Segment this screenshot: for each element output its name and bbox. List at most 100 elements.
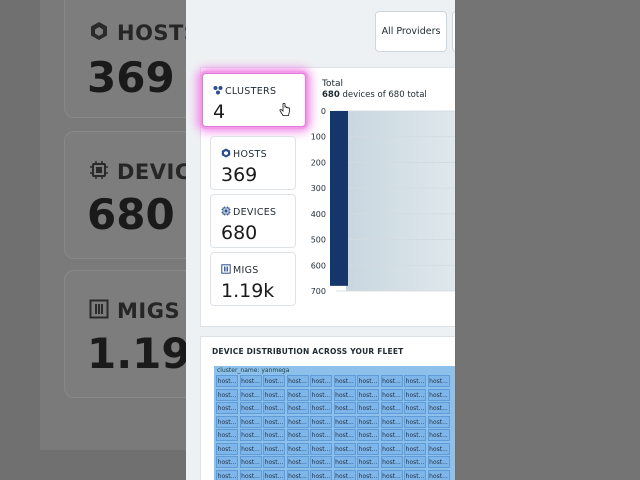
- treemap-host-tile[interactable]: host...: [286, 442, 309, 455]
- treemap-host-tile[interactable]: host...: [263, 375, 285, 387]
- treemap-host-tile[interactable]: host...: [380, 375, 403, 387]
- treemap-host-tile[interactable]: host...: [239, 388, 262, 401]
- treemap-host-tile[interactable]: host...: [357, 442, 379, 455]
- treemap-host-tile[interactable]: host...: [333, 456, 356, 468]
- treemap-host-tile[interactable]: host...: [263, 469, 285, 480]
- chart-y-tick-label: 0: [321, 107, 326, 116]
- treemap-host-tile[interactable]: host...: [380, 388, 403, 401]
- treemap-host-tile[interactable]: host...: [239, 429, 262, 441]
- treemap-host-tile[interactable]: host...: [216, 469, 238, 480]
- treemap-host-tile[interactable]: host...: [333, 415, 356, 428]
- treemap-host-tile[interactable]: host...: [286, 429, 309, 441]
- treemap-host-tile[interactable]: host...: [357, 469, 379, 480]
- treemap-host-tile[interactable]: host...: [380, 429, 403, 441]
- chart-plot-area: [346, 111, 455, 291]
- treemap-host-tile[interactable]: host...: [216, 456, 238, 468]
- treemap-host-tile[interactable]: host...: [310, 469, 332, 480]
- stat-label: CLUSTERS: [225, 86, 277, 97]
- treemap-host-tile[interactable]: host...: [286, 469, 309, 480]
- treemap-host-tile[interactable]: host...: [216, 402, 238, 414]
- treemap-host-tile[interactable]: host...: [216, 388, 238, 401]
- treemap-host-tile[interactable]: host...: [310, 375, 332, 387]
- treemap-host-tile[interactable]: host...: [404, 375, 426, 387]
- treemap-host-tile[interactable]: host...: [286, 415, 309, 428]
- treemap-host-tile[interactable]: host...: [404, 402, 426, 414]
- treemap-host-tile[interactable]: host...: [333, 388, 356, 401]
- treemap-host-tile[interactable]: host...: [357, 429, 379, 441]
- treemap-host-tile[interactable]: host...: [380, 442, 403, 455]
- treemap-host-tile[interactable]: host...: [380, 415, 403, 428]
- provider-filter-button[interactable]: All Providers: [375, 11, 447, 52]
- treemap-host-tile[interactable]: host...: [239, 469, 262, 480]
- stat-card-migs[interactable]: MIGS 1.19k: [210, 252, 296, 306]
- treemap-host-tile[interactable]: host...: [263, 429, 285, 441]
- treemap-host-tile[interactable]: host...: [380, 456, 403, 468]
- chart-y-tick-label: 400: [311, 210, 326, 219]
- background-migs-label: MIGS: [117, 299, 181, 323]
- treemap-host-tile[interactable]: host...: [286, 402, 309, 414]
- treemap-host-tile[interactable]: host...: [263, 456, 285, 468]
- treemap-host-tile[interactable]: host...: [357, 402, 379, 414]
- treemap-host-tile[interactable]: host...: [427, 402, 450, 414]
- secondary-filter-button[interactable]: [452, 11, 455, 52]
- treemap-host-tile[interactable]: host...: [427, 469, 450, 480]
- treemap-host-tile[interactable]: host...: [427, 456, 450, 468]
- background-right-panel: [456, 0, 640, 480]
- treemap-host-tile[interactable]: host...: [404, 456, 426, 468]
- treemap-group-label: cluster_name: yanmega: [217, 367, 290, 374]
- treemap-host-tile[interactable]: host...: [310, 442, 332, 455]
- treemap-host-tile[interactable]: host...: [310, 415, 332, 428]
- stat-card-hosts[interactable]: HOSTS 369: [210, 136, 296, 190]
- treemap-host-tile[interactable]: host...: [404, 415, 426, 428]
- treemap-host-tile[interactable]: host...: [357, 375, 379, 387]
- chart-y-tick-label: 500: [311, 236, 326, 245]
- stat-card-clusters[interactable]: CLUSTERS 4: [202, 73, 306, 127]
- treemap-host-tile[interactable]: host...: [310, 402, 332, 414]
- treemap-host-tile[interactable]: host...: [263, 388, 285, 401]
- treemap-host-tile[interactable]: host...: [380, 469, 403, 480]
- treemap-host-tile[interactable]: host...: [239, 375, 262, 387]
- treemap-host-tile[interactable]: host...: [357, 456, 379, 468]
- treemap-host-tile[interactable]: host...: [263, 442, 285, 455]
- treemap-host-tile[interactable]: host...: [333, 442, 356, 455]
- treemap-host-tile[interactable]: host...: [286, 388, 309, 401]
- treemap-host-tile[interactable]: host...: [239, 456, 262, 468]
- treemap-host-tile[interactable]: host...: [404, 442, 426, 455]
- chart-y-tick-label: 200: [311, 158, 326, 167]
- treemap-host-tile[interactable]: host...: [333, 402, 356, 414]
- treemap-host-tile[interactable]: host...: [333, 375, 356, 387]
- treemap-host-tile[interactable]: host...: [427, 388, 450, 401]
- stat-card-devices[interactable]: DEVICES 680: [210, 194, 296, 248]
- treemap-host-tile[interactable]: host...: [216, 429, 238, 441]
- treemap-host-tile[interactable]: host...: [427, 415, 450, 428]
- treemap-host-tile[interactable]: host...: [216, 442, 238, 455]
- treemap-host-tile[interactable]: host...: [239, 415, 262, 428]
- treemap-host-tile[interactable]: host...: [380, 402, 403, 414]
- treemap-host-tile[interactable]: host...: [310, 388, 332, 401]
- treemap-host-tile[interactable]: host...: [239, 442, 262, 455]
- treemap-host-tile[interactable]: host...: [216, 415, 238, 428]
- treemap-host-tile[interactable]: host...: [216, 375, 238, 387]
- treemap-host-tile[interactable]: host...: [427, 375, 450, 387]
- treemap-host-tile[interactable]: host...: [427, 442, 450, 455]
- treemap-host-tile[interactable]: host...: [239, 402, 262, 414]
- treemap-host-tile[interactable]: host...: [310, 456, 332, 468]
- treemap-host-tile[interactable]: host...: [404, 429, 426, 441]
- treemap-host-tile[interactable]: host...: [286, 375, 309, 387]
- treemap-host-tile[interactable]: host...: [263, 402, 285, 414]
- treemap-host-tile[interactable]: host...: [310, 429, 332, 441]
- treemap-host-tile[interactable]: host...: [263, 415, 285, 428]
- treemap-host-tile[interactable]: host...: [357, 388, 379, 401]
- chart-subtitle: 680 devices of 680 total: [322, 90, 427, 100]
- chart-bar[interactable]: [330, 111, 348, 286]
- treemap-host-tile[interactable]: host...: [333, 469, 356, 480]
- treemap-host-tile[interactable]: host...: [404, 469, 426, 480]
- chart-title: Total: [322, 79, 344, 89]
- treemap-host-tile[interactable]: host...: [286, 456, 309, 468]
- hosts-icon: [91, 22, 107, 40]
- treemap-host-tile[interactable]: host...: [404, 388, 426, 401]
- chart-y-tick-label: 600: [311, 261, 326, 270]
- treemap-host-tile[interactable]: host...: [333, 429, 356, 441]
- treemap-host-tile[interactable]: host...: [427, 429, 450, 441]
- treemap-host-tile[interactable]: host...: [357, 415, 379, 428]
